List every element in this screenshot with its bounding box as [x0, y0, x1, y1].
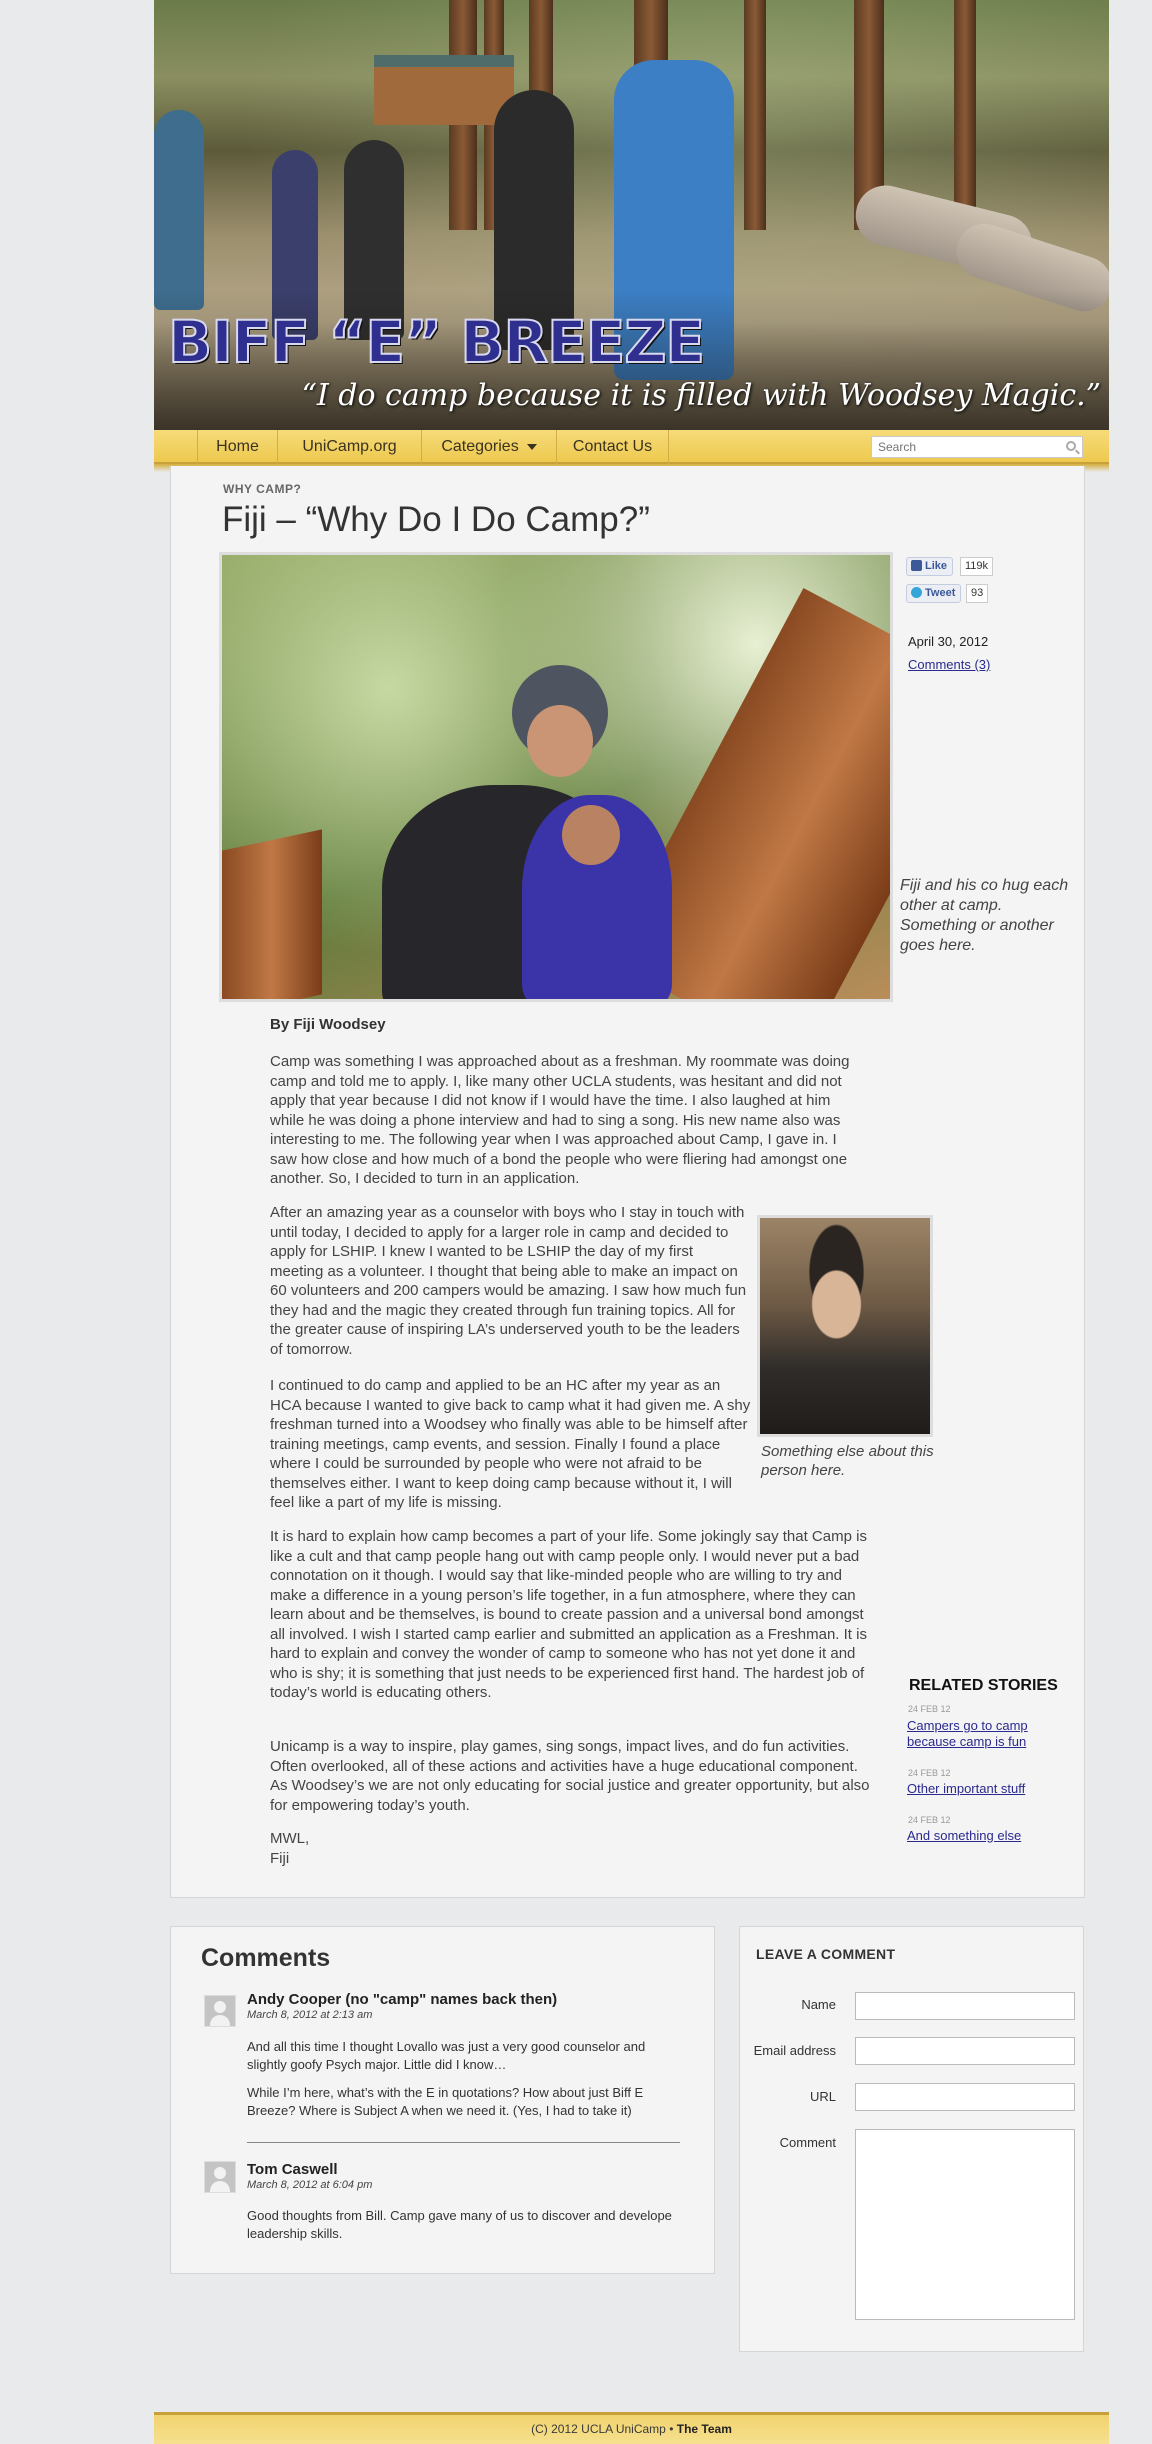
post-title: Fiji – “Why Do I Do Camp?” — [222, 500, 650, 539]
comment-text: Good thoughts from Bill. Camp gave many … — [247, 2208, 672, 2241]
search-box[interactable] — [871, 436, 1083, 458]
like-count: 119k — [960, 557, 994, 576]
comment-author: Andy Cooper (no "camp" names back then) — [247, 1991, 558, 2008]
related-story-link[interactable]: And something else — [907, 1828, 1067, 1844]
header-banner: BIFF “E” BREEZE “I do camp because it is… — [154, 0, 1109, 430]
related-story-date: 24 FEB 12 — [908, 1815, 951, 1825]
tweet-button[interactable]: Tweet — [906, 584, 962, 603]
signoff-name: Fiji — [270, 1850, 290, 1867]
facebook-like-button[interactable]: Like — [906, 557, 954, 576]
search-input[interactable] — [872, 437, 1052, 457]
footer-separator: • — [669, 2422, 674, 2436]
footer-team-link[interactable]: The Team — [677, 2422, 732, 2436]
related-story-date: 24 FEB 12 — [908, 1768, 951, 1778]
related-story-link[interactable]: Campers go to camp because camp is fun — [907, 1718, 1067, 1750]
comment-divider — [247, 2142, 680, 2143]
post-date: April 30, 2012 — [908, 634, 989, 649]
comment-textarea[interactable] — [855, 2129, 1075, 2320]
comments-link[interactable]: Comments (3) — [908, 657, 990, 672]
post-photo — [219, 552, 893, 1002]
avatar — [204, 1995, 236, 2027]
comment-label: Comment — [779, 2135, 836, 2150]
nav-item-categories[interactable]: Categories — [421, 430, 556, 464]
url-label: URL — [809, 2089, 836, 2104]
post-paragraph: Unicamp is a way to inspire, play games,… — [270, 1738, 870, 1814]
chevron-down-icon — [526, 443, 537, 450]
comment-text: And all this time I thought Lovallo was … — [247, 2039, 646, 2072]
name-field[interactable] — [855, 1992, 1075, 2020]
comment-date[interactable]: March 8, 2012 at 2:13 am — [247, 2009, 372, 2021]
url-field[interactable] — [855, 2083, 1075, 2111]
email-field[interactable] — [855, 2037, 1075, 2065]
related-story-link[interactable]: Other important stuff — [907, 1781, 1067, 1797]
name-label: Name — [801, 1997, 836, 2012]
comments-heading: Comments — [201, 1944, 331, 1972]
twitter-icon — [911, 587, 922, 598]
search-icon[interactable] — [1066, 441, 1076, 451]
related-story-date: 24 FEB 12 — [908, 1704, 951, 1714]
email-label: Email address — [753, 2043, 836, 2058]
related-stories-heading: RELATED STORIES — [909, 1677, 1058, 1694]
person-photo-caption: Something else about this person here. — [761, 1443, 934, 1479]
post-paragraph: I continued to do camp and applied to be… — [270, 1377, 751, 1511]
facebook-icon — [911, 560, 922, 571]
comment-author: Tom Caswell — [247, 2161, 338, 2178]
site-tagline: “I do camp because it is filled with Woo… — [301, 378, 1101, 413]
post-paragraph: After an amazing year as a counselor wit… — [270, 1204, 747, 1358]
nav-item-home[interactable]: Home — [197, 430, 277, 464]
nav-item-contact[interactable]: Contact Us — [556, 430, 669, 464]
nav-item-unicamp[interactable]: UniCamp.org — [277, 430, 421, 464]
comment-date[interactable]: March 8, 2012 at 6:04 pm — [247, 2179, 372, 2191]
signoff-line: MWL, — [270, 1830, 310, 1847]
footer: (C) 2012 UCLA UniCamp • The Team — [154, 2412, 1109, 2444]
post-paragraph: Camp was something I was approached abou… — [270, 1053, 850, 1187]
post-category[interactable]: WHY CAMP? — [223, 482, 301, 496]
comment-form-heading: LEAVE A COMMENT — [756, 1946, 896, 1962]
tweet-count: 93 — [966, 584, 989, 603]
person-photo — [757, 1215, 933, 1437]
comment-text: While I’m here, what’s with the E in quo… — [247, 2085, 644, 2118]
site-title[interactable]: BIFF “E” BREEZE — [167, 307, 706, 377]
post-byline: By Fiji Woodsey — [270, 1016, 386, 1033]
photo-caption: Fiji and his co hug each other at camp. … — [900, 877, 1069, 954]
footer-copyright: (C) 2012 UCLA UniCamp — [531, 2422, 666, 2436]
avatar — [204, 2161, 236, 2193]
post-paragraph: It is hard to explain how camp becomes a… — [270, 1528, 867, 1701]
